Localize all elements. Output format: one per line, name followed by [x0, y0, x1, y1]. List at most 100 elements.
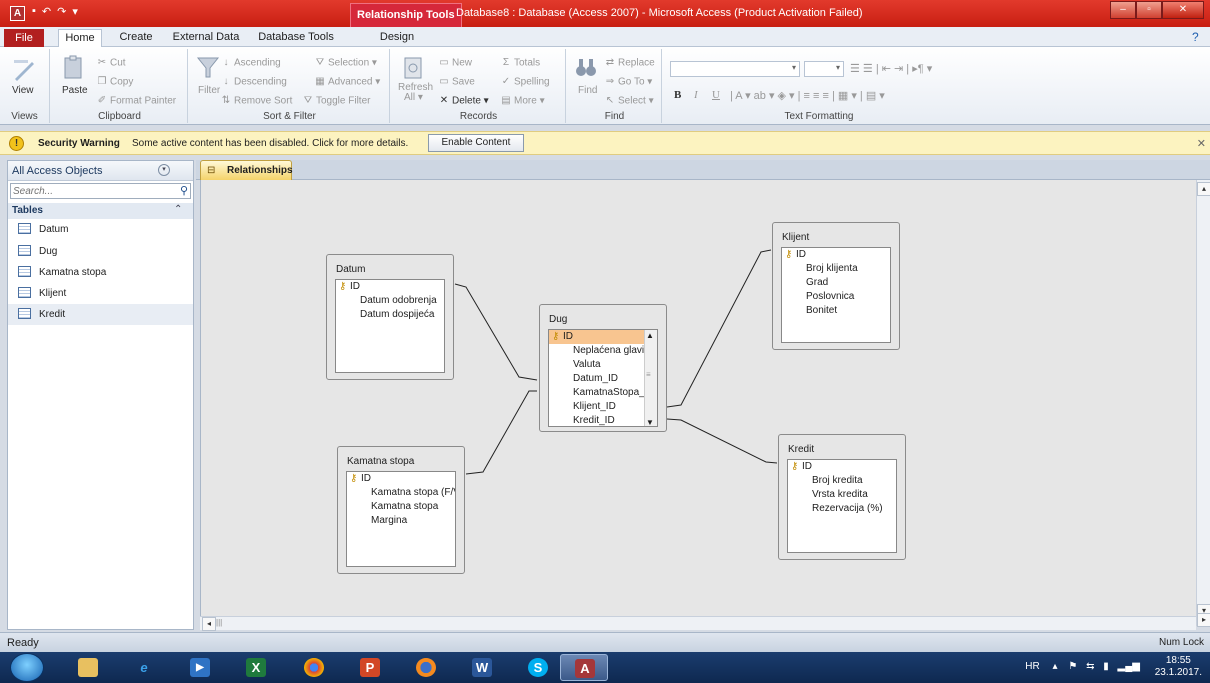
field-row[interactable]: Rezervacija (%): [788, 502, 896, 516]
select-button[interactable]: ↖ Select ▾: [604, 95, 654, 107]
table-box-kredit[interactable]: Kredit ⚷ ID Broj kredita Vrsta kredita Re…: [778, 434, 906, 560]
nav-menu-chevron-icon[interactable]: ▾: [158, 164, 170, 176]
start-button[interactable]: [10, 653, 44, 682]
field-row[interactable]: Vrsta kredita: [788, 488, 896, 502]
taskbar-clock[interactable]: 18:55 23.1.2017.: [1155, 655, 1202, 679]
nav-search-input[interactable]: [11, 184, 171, 198]
relationship-line-kamatna-dug[interactable]: [465, 390, 537, 475]
nav-group-tables[interactable]: Tables ⌃: [8, 203, 193, 219]
field-list-scrollbar[interactable]: ▲ ≡ ▼: [644, 330, 657, 426]
paste-button[interactable]: Paste: [62, 85, 88, 96]
field-row[interactable]: Grad: [782, 276, 890, 290]
new-record-button[interactable]: ▭ New: [438, 57, 472, 69]
show-hidden-icons-icon[interactable]: ▴: [1053, 661, 1058, 672]
scroll-down-icon[interactable]: ▼: [646, 418, 654, 426]
delete-record-button[interactable]: ✕ Delete ▾: [438, 95, 489, 107]
underline-button[interactable]: U: [712, 89, 720, 101]
nav-pane-header[interactable]: All Access Objects ▾: [8, 161, 193, 181]
tab-design[interactable]: Design: [378, 29, 416, 47]
taskbar-skype[interactable]: S: [514, 654, 562, 681]
taskbar-excel[interactable]: X: [232, 654, 280, 681]
relationship-line-dug-kredit[interactable]: [666, 418, 778, 464]
horizontal-scrollbar[interactable]: ◂ |||: [200, 616, 1196, 631]
field-row[interactable]: Bonitet: [782, 304, 890, 318]
tab-file[interactable]: File: [4, 29, 44, 47]
field-row[interactable]: ⚷ ID: [347, 472, 455, 486]
scroll-up-icon[interactable]: ▲: [646, 331, 654, 340]
format-painter-button[interactable]: ✐ Format Painter: [96, 95, 176, 107]
taskbar-ie[interactable]: e: [120, 654, 168, 681]
enable-content-button[interactable]: Enable Content: [428, 134, 524, 152]
more-button[interactable]: ▤ More ▾: [500, 95, 544, 107]
taskbar-powerpoint[interactable]: P: [346, 654, 394, 681]
maximize-button[interactable]: ▫: [1136, 1, 1162, 19]
network-icon[interactable]: ⇆: [1086, 661, 1094, 672]
nav-item-datum[interactable]: Datum: [8, 219, 193, 240]
taskbar-access[interactable]: A: [560, 654, 608, 681]
power-icon[interactable]: ▮: [1103, 661, 1109, 672]
tab-relationships[interactable]: ⊟ Relationships: [200, 160, 293, 180]
field-row[interactable]: Margina: [347, 514, 455, 528]
field-row[interactable]: ⚷ ID: [336, 280, 444, 294]
field-row[interactable]: Datum odobrenja: [336, 294, 444, 308]
taskbar-explorer[interactable]: [64, 654, 112, 681]
totals-button[interactable]: Σ Totals: [500, 57, 540, 69]
nav-item-kamatna-stopa[interactable]: Kamatna stopa: [8, 262, 193, 283]
spelling-button[interactable]: ✓ Spelling: [500, 76, 550, 88]
save-record-button[interactable]: ▭ Save: [438, 76, 475, 88]
view-button[interactable]: View: [12, 85, 34, 96]
signal-icon[interactable]: ▂▄▆: [1118, 661, 1140, 672]
tab-external-data[interactable]: External Data: [172, 29, 240, 47]
field-row[interactable]: ⚷ ID: [782, 248, 890, 262]
minimize-button[interactable]: –: [1110, 1, 1136, 19]
bold-button[interactable]: B: [674, 89, 681, 101]
language-indicator[interactable]: HR: [1025, 661, 1039, 672]
field-row[interactable]: Valuta: [549, 358, 645, 372]
toggle-filter-button[interactable]: ⛛ Toggle Filter: [302, 95, 371, 107]
remove-sort-button[interactable]: ⇅ Remove Sort: [220, 95, 293, 107]
table-box-kamatna-stopa[interactable]: Kamatna stopa ⚷ ID Kamatna stopa (F/V Kam…: [337, 446, 465, 574]
scroll-right-icon[interactable]: ▸: [1197, 613, 1210, 627]
copy-button[interactable]: ❐ Copy: [96, 76, 134, 88]
taskbar-word[interactable]: W: [458, 654, 506, 681]
scroll-thumb[interactable]: ≡: [646, 370, 651, 379]
nav-item-dug[interactable]: Dug: [8, 241, 193, 262]
relationship-line-datum-dug[interactable]: [454, 283, 538, 381]
field-row[interactable]: Datum dospijeća: [336, 308, 444, 322]
font-size-combo[interactable]: ▾: [804, 61, 844, 77]
scroll-left-icon[interactable]: ◂: [202, 617, 216, 631]
cut-button[interactable]: ✂ Cut: [96, 57, 126, 69]
scroll-up-icon[interactable]: ▴: [1197, 182, 1210, 196]
field-row[interactable]: Klijent_ID: [549, 400, 645, 414]
field-row[interactable]: Broj klijenta: [782, 262, 890, 276]
field-row[interactable]: Neplaćena glavi: [549, 344, 645, 358]
save-icon[interactable]: ▪: [32, 5, 36, 18]
taskbar-media-player[interactable]: ▶: [176, 654, 224, 681]
ascending-button[interactable]: ↓ Ascending: [220, 57, 281, 69]
field-row[interactable]: Kamatna stopa: [347, 500, 455, 514]
relationships-canvas[interactable]: Datum ⚷ ID Datum odobrenja Datum dospijeć…: [200, 180, 1206, 616]
advanced-button[interactable]: ▦ Advanced ▾: [314, 76, 380, 88]
search-icon[interactable]: ⚲: [180, 184, 188, 197]
selection-button[interactable]: ⛛ Selection ▾: [314, 57, 377, 69]
field-row[interactable]: Broj kredita: [788, 474, 896, 488]
find-button[interactable]: Find: [578, 85, 597, 96]
field-row[interactable]: ⚷ ID: [788, 460, 896, 474]
field-row[interactable]: Kredit_ID: [549, 414, 645, 426]
color-and-align-buttons[interactable]: | A ▾ ab ▾ ◈ ▾ | ≡ ≡ ≡ | ▦ ▾ | ▤ ▾: [730, 89, 885, 102]
filter-button[interactable]: Filter: [198, 85, 220, 96]
access-app-icon[interactable]: A: [10, 6, 25, 21]
field-row[interactable]: Datum_ID: [549, 372, 645, 386]
field-row[interactable]: Kamatna stopa (F/V: [347, 486, 455, 500]
refresh-all-button[interactable]: Refresh All ▾: [398, 83, 433, 103]
table-box-klijent[interactable]: Klijent ⚷ ID Broj klijenta Grad Poslovnic…: [772, 222, 900, 350]
customize-qat-icon[interactable]: ▾: [72, 5, 78, 18]
replace-button[interactable]: ⇄ Replace: [604, 57, 655, 69]
field-row[interactable]: Poslovnica: [782, 290, 890, 304]
tab-home[interactable]: Home: [58, 29, 102, 47]
descending-button[interactable]: ↓ Descending: [220, 76, 287, 88]
undo-icon[interactable]: ↶: [42, 5, 51, 18]
table-box-dug[interactable]: Dug ⚷ ID Neplaćena glavi Valuta Datum_ID …: [539, 304, 667, 432]
tab-create[interactable]: Create: [116, 29, 156, 47]
security-warning-message[interactable]: Some active content has been disabled. C…: [132, 138, 408, 149]
